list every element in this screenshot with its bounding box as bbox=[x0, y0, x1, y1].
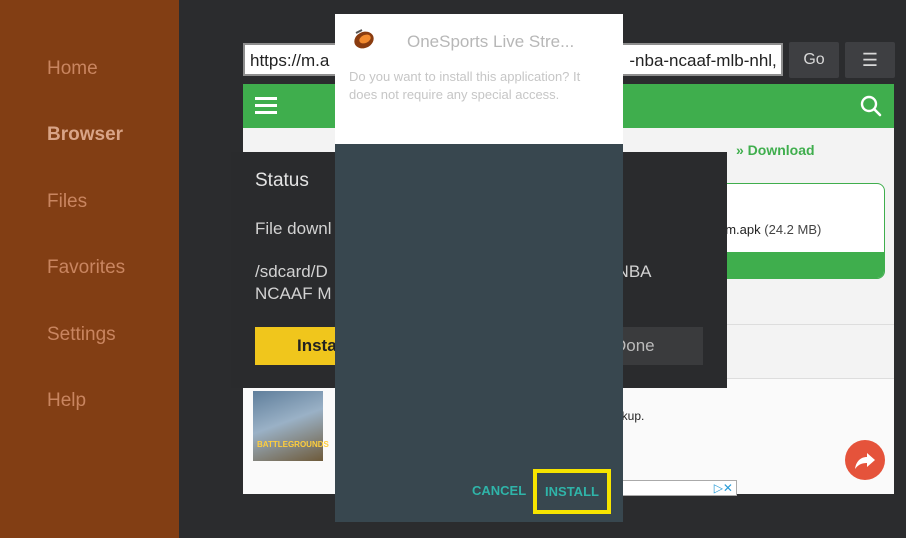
site-menu-icon[interactable] bbox=[255, 97, 277, 115]
share-button[interactable] bbox=[845, 440, 885, 480]
sidebar-item-home[interactable]: Home bbox=[47, 58, 98, 80]
install-button[interactable]: INSTALL bbox=[533, 469, 611, 514]
install-dialog-header: OneSports Live Stre... Do you want to in… bbox=[335, 14, 623, 144]
status-title: Status bbox=[255, 170, 309, 191]
search-icon[interactable] bbox=[860, 95, 882, 117]
ad-choices-icon[interactable]: ▷✕ bbox=[714, 481, 733, 495]
app-name: OneSports Live Stre... bbox=[407, 32, 575, 51]
status-path-line1: /sdcard/D bbox=[255, 262, 328, 281]
sidebar-item-browser[interactable]: Browser bbox=[47, 124, 123, 146]
status-message: File downl bbox=[255, 219, 332, 238]
share-icon bbox=[855, 453, 875, 469]
install-dialog: OneSports Live Stre... Do you want to in… bbox=[335, 14, 623, 522]
sidebar-item-files[interactable]: Files bbox=[47, 191, 87, 213]
cancel-button[interactable]: CANCEL bbox=[472, 483, 526, 498]
go-button[interactable]: Go bbox=[789, 42, 839, 78]
url-text-tail: -nba-ncaaf-mlb-nhl, bbox=[629, 51, 777, 70]
status-path: /sdcard/D bbox=[255, 261, 328, 283]
download-file-info: om.apk (24.2 MB) bbox=[718, 222, 821, 237]
app-icon bbox=[354, 29, 374, 49]
game-thumbnail[interactable]: BATTLEGROUNDS bbox=[253, 391, 329, 461]
game-logo: BATTLEGROUNDS bbox=[257, 440, 329, 449]
url-text: https://m.a bbox=[250, 51, 330, 70]
download-file-size: (24.2 MB) bbox=[764, 222, 822, 237]
install-description: Do you want to install this application?… bbox=[349, 69, 581, 102]
breadcrumb-download-link[interactable]: » Download bbox=[736, 142, 815, 158]
hamburger-icon[interactable]: ☰ bbox=[845, 42, 895, 78]
sidebar-item-favorites[interactable]: Favorites bbox=[47, 257, 125, 279]
sidebar: Home Browser Files Favorites Settings He… bbox=[0, 0, 179, 538]
sidebar-item-settings[interactable]: Settings bbox=[47, 324, 116, 346]
sidebar-item-help[interactable]: Help bbox=[47, 390, 86, 412]
status-path-line2: NCAAF M bbox=[255, 284, 332, 303]
